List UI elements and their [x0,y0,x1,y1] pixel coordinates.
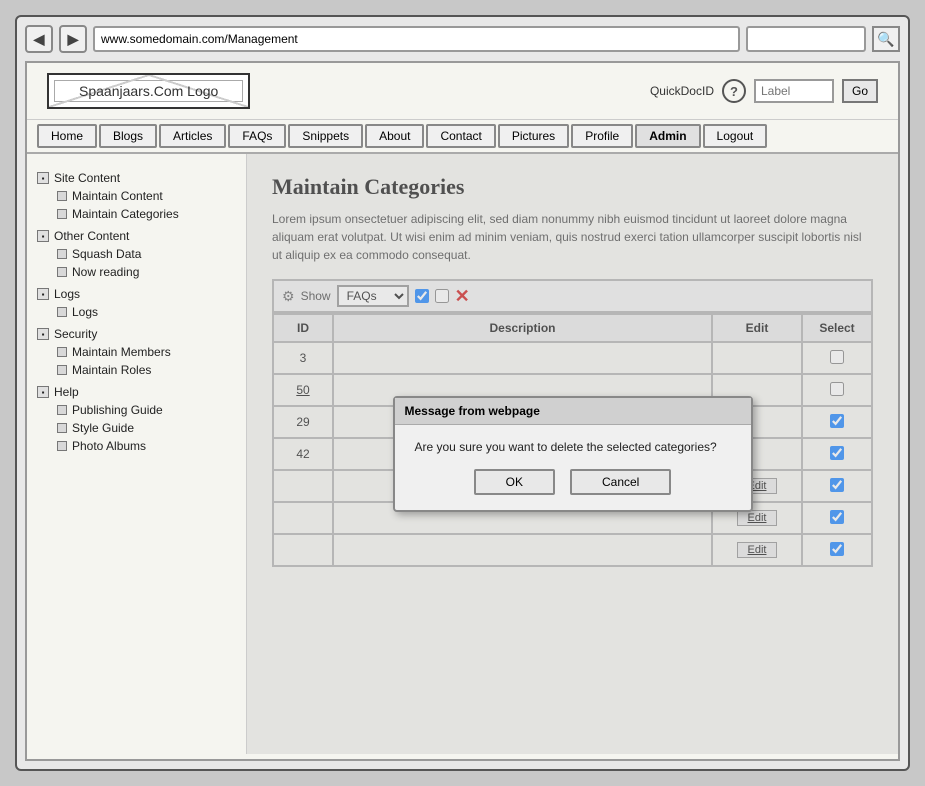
item-icon-style-guide [57,423,67,433]
sidebar-item-label-logs: Logs [72,305,98,319]
content-area: Maintain Categories Lorem ipsum onsectet… [247,154,898,754]
sidebar-section-help: ▪ Help Publishing Guide Style Guide Phot… [37,383,236,455]
item-icon-logs [57,307,67,317]
sidebar-section-security: ▪ Security Maintain Members Maintain Rol… [37,325,236,379]
nav-admin[interactable]: Admin [635,124,700,148]
sidebar-item-now-reading[interactable]: Now reading [37,263,236,281]
sidebar-item-maintain-members[interactable]: Maintain Members [37,343,236,361]
section-icon-other-content: ▪ [37,230,49,242]
section-icon-site-content: ▪ [37,172,49,184]
sidebar-item-publishing-guide[interactable]: Publishing Guide [37,401,236,419]
modal-title: Message from webpage [405,404,540,418]
nav-blogs[interactable]: Blogs [99,124,157,148]
address-bar[interactable] [93,26,740,52]
header-right: QuickDocID ? Go [650,79,878,103]
section-icon-help: ▪ [37,386,49,398]
browser-search-input[interactable] [746,26,866,52]
nav-about[interactable]: About [365,124,424,148]
sidebar: ▪ Site Content Maintain Content Maintain… [27,154,247,754]
sidebar-section-other-content: ▪ Other Content Squash Data Now reading [37,227,236,281]
sidebar-item-label-squash-data: Squash Data [72,247,141,261]
modal-overlay: Message from webpage Are you sure you wa… [247,154,898,754]
sidebar-section-header-other-content[interactable]: ▪ Other Content [37,227,236,245]
sidebar-section-site-content: ▪ Site Content Maintain Content Maintain… [37,169,236,223]
sidebar-item-maintain-roles[interactable]: Maintain Roles [37,361,236,379]
logo-text: Spaanjaars.Com Logo [79,83,218,99]
sidebar-item-label-maintain-members: Maintain Members [72,345,171,359]
modal-body: Are you sure you want to delete the sele… [395,425,751,510]
modal-message: Are you sure you want to delete the sele… [415,440,731,454]
quickdoc-go-button[interactable]: Go [842,79,878,103]
forward-button[interactable]: ▶ [59,25,87,53]
sidebar-item-label-maintain-roles: Maintain Roles [72,363,151,377]
sidebar-section-label-help: Help [54,385,79,399]
sidebar-section-header-security[interactable]: ▪ Security [37,325,236,343]
sidebar-item-label-now-reading: Now reading [72,265,139,279]
nav-articles[interactable]: Articles [159,124,226,148]
sidebar-item-label-photo-albums: Photo Albums [72,439,146,453]
item-icon-maintain-content [57,191,67,201]
modal-title-bar: Message from webpage [395,398,751,425]
sidebar-item-logs[interactable]: Logs [37,303,236,321]
nav-pictures[interactable]: Pictures [498,124,569,148]
sidebar-item-maintain-content[interactable]: Maintain Content [37,187,236,205]
help-button[interactable]: ? [722,79,746,103]
sidebar-item-label-style-guide: Style Guide [72,421,134,435]
nav-profile[interactable]: Profile [571,124,633,148]
sidebar-item-label-maintain-categories: Maintain Categories [72,207,179,221]
section-icon-security: ▪ [37,328,49,340]
modal-dialog: Message from webpage Are you sure you wa… [393,396,753,512]
main-navigation: Home Blogs Articles FAQs Snippets About … [27,120,898,154]
sidebar-section-label-other-content: Other Content [54,229,129,243]
item-icon-squash-data [57,249,67,259]
modal-buttons: OK Cancel [415,469,731,495]
sidebar-section-header-logs[interactable]: ▪ Logs [37,285,236,303]
sidebar-item-label-maintain-content: Maintain Content [72,189,163,203]
browser-toolbar: ◀ ▶ 🔍 [25,25,900,53]
sidebar-item-squash-data[interactable]: Squash Data [37,245,236,263]
nav-home[interactable]: Home [37,124,97,148]
sidebar-section-header-site-content[interactable]: ▪ Site Content [37,169,236,187]
item-icon-photo-albums [57,441,67,451]
page-header: Spaanjaars.Com Logo QuickDocID ? Go [27,63,898,120]
item-icon-maintain-roles [57,365,67,375]
back-button[interactable]: ◀ [25,25,53,53]
site-logo: Spaanjaars.Com Logo [47,73,250,109]
nav-contact[interactable]: Contact [426,124,495,148]
sidebar-item-label-publishing-guide: Publishing Guide [72,403,163,417]
nav-snippets[interactable]: Snippets [288,124,363,148]
item-icon-maintain-members [57,347,67,357]
item-icon-publishing-guide [57,405,67,415]
sidebar-section-label-logs: Logs [54,287,80,301]
sidebar-item-maintain-categories[interactable]: Maintain Categories [37,205,236,223]
sidebar-item-photo-albums[interactable]: Photo Albums [37,437,236,455]
nav-logout[interactable]: Logout [703,124,768,148]
sidebar-section-label-security: Security [54,327,97,341]
sidebar-item-style-guide[interactable]: Style Guide [37,419,236,437]
item-icon-now-reading [57,267,67,277]
nav-faqs[interactable]: FAQs [228,124,286,148]
quickdoc-label: QuickDocID [650,84,714,98]
page-wrapper: Spaanjaars.Com Logo QuickDocID ? Go Home… [25,61,900,761]
section-icon-logs: ▪ [37,288,49,300]
quickdoc-input[interactable] [754,79,834,103]
item-icon-maintain-categories [57,209,67,219]
main-content: ▪ Site Content Maintain Content Maintain… [27,154,898,754]
browser-window: ◀ ▶ 🔍 Spaanjaars.Com Logo QuickDocID ? G… [15,15,910,771]
modal-ok-button[interactable]: OK [474,469,555,495]
sidebar-section-label-site-content: Site Content [54,171,120,185]
sidebar-section-logs: ▪ Logs Logs [37,285,236,321]
modal-cancel-button[interactable]: Cancel [570,469,671,495]
search-button[interactable]: 🔍 [872,26,900,52]
sidebar-section-header-help[interactable]: ▪ Help [37,383,236,401]
